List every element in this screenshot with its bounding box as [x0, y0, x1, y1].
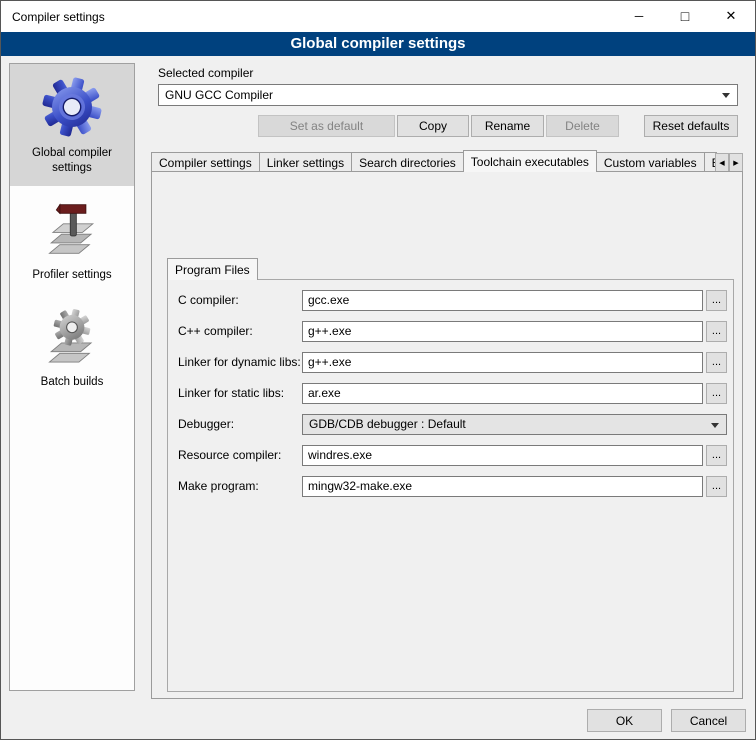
cpp-compiler-input[interactable]: g++.exe: [302, 321, 703, 342]
dynamic-linker-input[interactable]: g++.exe: [302, 352, 703, 373]
resource-compiler-input[interactable]: windres.exe: [302, 445, 703, 466]
chevron-down-icon: [711, 423, 719, 428]
settings-category-list: Global compiler settings Profiler settin…: [9, 63, 135, 691]
sidebar-item-global-compiler-settings[interactable]: Global compiler settings: [10, 64, 134, 186]
make-program-row: Make program: mingw32-make.exe ...: [168, 476, 733, 497]
debugger-row: Debugger: GDB/CDB debugger : Default: [168, 414, 733, 435]
resource-compiler-row: Resource compiler: windres.exe ...: [168, 445, 733, 466]
c-compiler-input[interactable]: gcc.exe: [302, 290, 703, 311]
reset-defaults-button[interactable]: Reset defaults: [644, 115, 738, 137]
dynamic-linker-row: Linker for dynamic libs: g++.exe ...: [168, 352, 733, 373]
copy-button[interactable]: Copy: [397, 115, 469, 137]
tab-scroll-buttons: ◀ ▶: [715, 153, 743, 172]
compiler-settings-dialog: Compiler settings ─ □ ✕ Global compiler …: [0, 0, 756, 740]
debugger-label: Debugger:: [178, 414, 234, 435]
tab-linker-settings[interactable]: Linker settings: [259, 152, 352, 172]
tab-search-directories[interactable]: Search directories: [351, 152, 464, 172]
sidebar-item-profiler-settings[interactable]: Profiler settings: [10, 186, 134, 293]
sidebar-item-label: Profiler settings: [13, 268, 131, 283]
tab-program-files[interactable]: Program Files: [167, 258, 258, 280]
maximize-icon[interactable]: □: [662, 1, 708, 31]
dynamic-linker-browse-button[interactable]: ...: [706, 352, 727, 373]
minimize-icon[interactable]: ─: [616, 1, 662, 31]
set-as-default-button[interactable]: Set as default: [258, 115, 395, 137]
static-linker-row: Linker for static libs: ar.exe ...: [168, 383, 733, 404]
compiler-select-value: GNU GCC Compiler: [165, 88, 273, 102]
close-icon[interactable]: ✕: [708, 1, 754, 31]
make-program-input[interactable]: mingw32-make.exe: [302, 476, 703, 497]
tab-scroll-right-icon[interactable]: ▶: [729, 153, 743, 172]
static-linker-label: Linker for static libs:: [178, 383, 284, 404]
settings-tabbar: Compiler settings Linker settings Search…: [151, 150, 717, 172]
compiler-select[interactable]: GNU GCC Compiler: [158, 84, 738, 106]
c-compiler-value: gcc.exe: [308, 293, 349, 307]
window-controls: ─ □ ✕: [616, 1, 754, 31]
cpp-compiler-value: g++.exe: [308, 324, 351, 338]
c-compiler-browse-button[interactable]: ...: [706, 290, 727, 311]
resource-compiler-label: Resource compiler:: [178, 445, 281, 466]
c-compiler-row: C compiler: gcc.exe ...: [168, 290, 733, 311]
tab-compiler-settings[interactable]: Compiler settings: [151, 152, 260, 172]
window-title: Compiler settings: [12, 10, 105, 24]
static-linker-value: ar.exe: [308, 386, 341, 400]
program-files-panel: C compiler: gcc.exe ... C++ compiler: g+…: [167, 279, 734, 692]
resource-compiler-browse-button[interactable]: ...: [706, 445, 727, 466]
dynamic-linker-value: g++.exe: [308, 355, 351, 369]
rename-button[interactable]: Rename: [471, 115, 544, 137]
cpp-compiler-label: C++ compiler:: [178, 321, 253, 342]
tab-scroll-left-icon[interactable]: ◀: [715, 153, 729, 172]
debugger-value: GDB/CDB debugger : Default: [309, 417, 466, 431]
cpp-compiler-row: C++ compiler: g++.exe ...: [168, 321, 733, 342]
make-program-browse-button[interactable]: ...: [706, 476, 727, 497]
cpp-compiler-browse-button[interactable]: ...: [706, 321, 727, 342]
tab-toolchain-executables[interactable]: Toolchain executables: [463, 150, 597, 172]
profiler-tool-icon: [38, 196, 106, 262]
resource-compiler-value: windres.exe: [308, 448, 372, 462]
selected-compiler-label: Selected compiler: [158, 66, 253, 80]
dynamic-linker-label: Linker for dynamic libs:: [178, 352, 301, 373]
make-program-label: Make program:: [178, 476, 259, 497]
cancel-button[interactable]: Cancel: [671, 709, 746, 732]
gray-gear-stack-icon: [38, 303, 106, 369]
static-linker-browse-button[interactable]: ...: [706, 383, 727, 404]
sidebar-item-label: Batch builds: [13, 375, 131, 390]
ok-button[interactable]: OK: [587, 709, 662, 732]
static-linker-input[interactable]: ar.exe: [302, 383, 703, 404]
blue-gear-icon: [38, 74, 106, 140]
c-compiler-label: C compiler:: [178, 290, 239, 311]
make-program-value: mingw32-make.exe: [308, 479, 412, 493]
dialog-header: Global compiler settings: [1, 32, 755, 56]
debugger-select[interactable]: GDB/CDB debugger : Default: [302, 414, 727, 435]
titlebar[interactable]: Compiler settings ─ □ ✕: [1, 1, 755, 32]
sidebar-item-label: Global compiler settings: [13, 146, 131, 176]
delete-button[interactable]: Delete: [546, 115, 619, 137]
chevron-down-icon: [722, 93, 730, 98]
tab-custom-variables[interactable]: Custom variables: [596, 152, 705, 172]
sidebar-item-batch-builds[interactable]: Batch builds: [10, 293, 134, 400]
